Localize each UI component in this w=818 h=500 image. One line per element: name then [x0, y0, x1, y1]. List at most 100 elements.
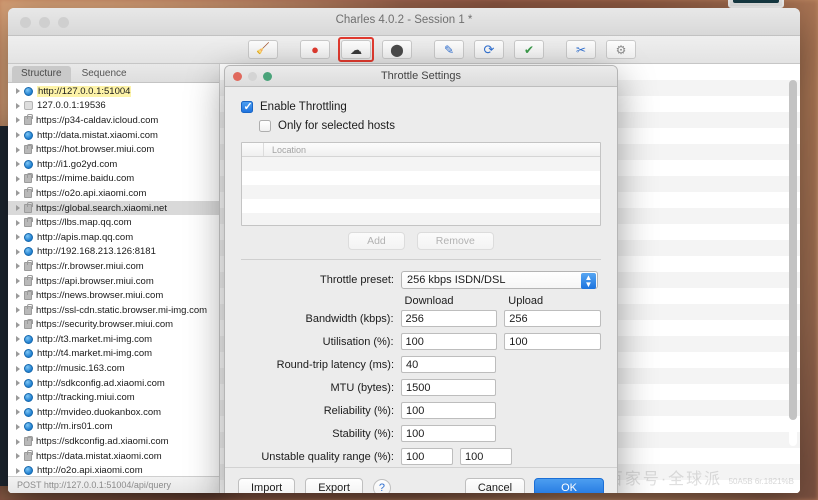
disclosure-triangle-icon[interactable]: [16, 278, 20, 285]
dialog-zoom-button[interactable]: [263, 72, 272, 81]
help-icon[interactable]: ?: [372, 478, 391, 493]
sidebar-item-22[interactable]: http://mvideo.duokanbox.com: [8, 405, 219, 420]
sidebar-item-1[interactable]: 127.0.0.1:19536: [8, 99, 219, 114]
sidebar-item-7[interactable]: https://o2o.api.xiaomi.com: [8, 186, 219, 201]
bandwidth-upload-input[interactable]: 256: [504, 310, 601, 327]
disclosure-triangle-icon[interactable]: [16, 380, 20, 387]
bandwidth-download-input[interactable]: 256: [400, 310, 498, 327]
disclosure-triangle-icon[interactable]: [16, 453, 20, 460]
disclosure-triangle-icon[interactable]: [16, 205, 20, 212]
sidebar-item-3[interactable]: http://data.mistat.xiaomi.com: [8, 128, 219, 143]
add-location-button[interactable]: Add: [348, 232, 405, 250]
mtu-input[interactable]: 1500: [401, 379, 496, 396]
disclosure-triangle-icon[interactable]: [16, 321, 20, 328]
disclosure-triangle-icon[interactable]: [16, 175, 20, 182]
remove-location-button[interactable]: Remove: [416, 232, 494, 250]
toolbar-item-8[interactable]: ⚙: [604, 38, 638, 61]
only-selected-hosts-checkbox[interactable]: [259, 120, 271, 132]
sidebar-item-2[interactable]: https://p34-caldav.icloud.com: [8, 113, 219, 128]
disclosure-triangle-icon[interactable]: [16, 409, 20, 416]
utilisation-download-input[interactable]: 100: [400, 333, 498, 350]
sidebar-item-4[interactable]: https://hot.browser.miui.com: [8, 142, 219, 157]
disclosure-triangle-icon[interactable]: [16, 292, 20, 299]
sidebar-item-26[interactable]: http://o2o.api.xiaomi.com: [8, 463, 219, 476]
scrollbar-thumb[interactable]: [789, 80, 797, 420]
locations-table[interactable]: Location: [241, 142, 601, 226]
sidebar-item-21[interactable]: http://tracking.miui.com: [8, 390, 219, 405]
sidebar-item-17[interactable]: http://t3.market.mi-img.com: [8, 332, 219, 347]
sidebar-item-12[interactable]: https://r.browser.miui.com: [8, 259, 219, 274]
enable-throttling-row[interactable]: Enable Throttling: [241, 100, 601, 114]
toolbar-item-2-throttle[interactable]: ☁: [338, 37, 374, 62]
toolbar-item-7[interactable]: ✂: [564, 38, 598, 61]
disclosure-triangle-icon[interactable]: [16, 423, 20, 430]
table-row[interactable]: [242, 213, 600, 225]
sidebar-item-8[interactable]: https://global.search.xiaomi.net: [8, 200, 219, 216]
disclosure-triangle-icon[interactable]: [16, 117, 20, 124]
disclosure-triangle-icon[interactable]: [16, 88, 20, 95]
table-row[interactable]: [242, 199, 600, 213]
disclosure-triangle-icon[interactable]: [16, 219, 20, 226]
sidebar-item-11[interactable]: http://192.168.213.126:8181: [8, 245, 219, 260]
disclosure-triangle-icon[interactable]: [16, 350, 20, 357]
enable-throttling-checkbox[interactable]: [241, 100, 253, 114]
sidebar-item-25[interactable]: https://data.mistat.xiaomi.com: [8, 449, 219, 464]
dialog-minimize-button[interactable]: [248, 72, 257, 81]
toolbar-item-4[interactable]: ✎: [432, 38, 466, 61]
record-icon[interactable]: ●: [300, 40, 330, 59]
sidebar-item-10[interactable]: http://apis.map.qq.com: [8, 230, 219, 245]
disclosure-triangle-icon[interactable]: [16, 234, 20, 241]
toolbar-item-6[interactable]: ✔: [512, 38, 546, 61]
sidebar-item-18[interactable]: http://t4.market.mi-img.com: [8, 347, 219, 362]
disclosure-triangle-icon[interactable]: [16, 190, 20, 197]
cancel-button[interactable]: Cancel: [464, 477, 526, 493]
table-row[interactable]: [242, 157, 600, 171]
throttle-cloud-icon[interactable]: ☁: [341, 40, 371, 59]
check-icon[interactable]: ✔: [514, 40, 544, 59]
sidebar-item-20[interactable]: http://sdkconfig.ad.xiaomi.com: [8, 376, 219, 391]
toolbar-item-0[interactable]: 🧹: [246, 38, 280, 61]
sidebar-item-13[interactable]: https://api.browser.miui.com: [8, 274, 219, 289]
disclosure-triangle-icon[interactable]: [16, 161, 20, 168]
unstable-quality-max-input[interactable]: 100: [460, 448, 512, 465]
main-scrollbar[interactable]: [789, 80, 797, 446]
stop-ball-icon[interactable]: ⬤: [382, 40, 412, 59]
sidebar-item-6[interactable]: https://mime.baidu.com: [8, 172, 219, 187]
chevron-updown-icon[interactable]: ▲ ▼: [581, 273, 596, 289]
host-tree[interactable]: http://127.0.0.1:51004 127.0.0.1:19536 htt…: [8, 83, 219, 476]
disclosure-triangle-icon[interactable]: [16, 336, 20, 343]
sidebar-item-23[interactable]: http://m.irs01.com: [8, 420, 219, 435]
sidebar-item-24[interactable]: https://sdkconfig.ad.xiaomi.com: [8, 434, 219, 449]
sidebar-item-0[interactable]: http://127.0.0.1:51004: [8, 84, 219, 99]
only-selected-hosts-row[interactable]: Only for selected hosts: [241, 120, 601, 132]
import-button[interactable]: Import: [238, 477, 296, 493]
disclosure-triangle-icon[interactable]: [16, 146, 20, 153]
toolbar-item-5[interactable]: ⟳: [472, 38, 506, 61]
dialog-traffic-lights[interactable]: [233, 72, 272, 81]
reliability-input[interactable]: 100: [401, 402, 496, 419]
sidebar-item-5[interactable]: http://i1.go2yd.com: [8, 157, 219, 172]
table-row[interactable]: [242, 185, 600, 199]
sidebar-item-14[interactable]: https://news.browser.miui.com: [8, 288, 219, 303]
toolbar-item-3[interactable]: ⬤: [380, 38, 414, 61]
disclosure-triangle-icon[interactable]: [16, 263, 20, 270]
tools-icon[interactable]: ✂: [566, 40, 596, 59]
disclosure-triangle-icon[interactable]: [16, 307, 20, 314]
clear-broom-icon[interactable]: 🧹: [248, 40, 278, 59]
latency-input[interactable]: 40: [401, 356, 496, 373]
table-row[interactable]: [242, 171, 600, 185]
dialog-close-button[interactable]: [233, 72, 242, 81]
refresh-icon[interactable]: ⟳: [474, 40, 504, 59]
sidebar-item-16[interactable]: https://security.browser.miui.com: [8, 318, 219, 333]
sidebar-item-15[interactable]: https://ssl-cdn.static.browser.mi-img.co…: [8, 303, 219, 318]
gear-icon[interactable]: ⚙: [606, 40, 636, 59]
export-button[interactable]: Export: [305, 477, 363, 493]
disclosure-triangle-icon[interactable]: [16, 467, 20, 474]
disclosure-triangle-icon[interactable]: [16, 438, 20, 445]
tab-sequence[interactable]: Sequence: [73, 66, 136, 82]
ok-button[interactable]: OK: [534, 477, 604, 493]
utilisation-upload-input[interactable]: 100: [504, 333, 601, 350]
compose-pen-icon[interactable]: ✎: [434, 40, 464, 59]
toolbar-item-1[interactable]: ●: [298, 38, 332, 61]
sidebar-item-9[interactable]: https://lbs.map.qq.com: [8, 215, 219, 230]
